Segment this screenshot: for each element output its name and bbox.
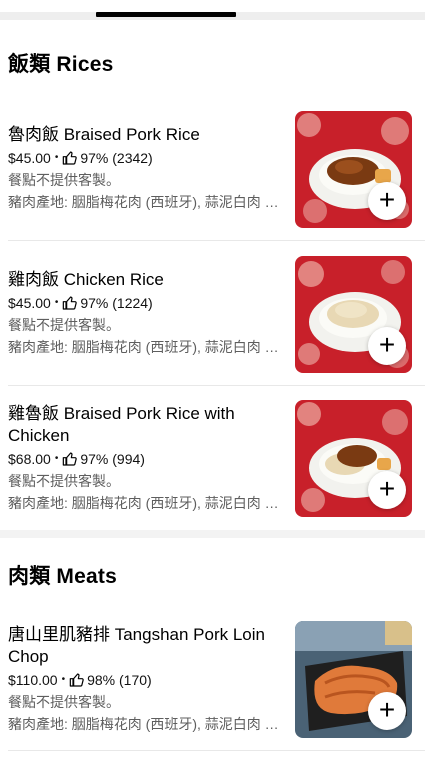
item-note: 餐點不提供客製。 — [8, 317, 120, 333]
item-image-braised-pork-rice[interactable]: + — [295, 111, 412, 228]
item-meta: $45.00 • 97% (2342) — [8, 147, 280, 169]
item-rating: 98% (170) — [87, 672, 152, 688]
item-image-braised-pork-rice-with-chicken[interactable]: + — [295, 400, 412, 517]
menu-item-braised-pork-rice[interactable]: 魯肉飯 Braised Pork Rice $45.00 • 97% (2342… — [0, 111, 425, 242]
item-price: $45.00 — [8, 295, 51, 311]
item-note: 餐點不提供客製。 — [8, 172, 120, 188]
thumbs-up-icon — [69, 673, 84, 687]
item-price: $68.00 — [8, 451, 51, 467]
item-meta: $110.00 • 98% (170) — [8, 669, 280, 691]
item-rating: 97% (1224) — [80, 295, 153, 311]
separator-dot: • — [54, 152, 59, 163]
item-name: 雞魯飯 Braised Pork Rice with Chicken — [8, 404, 235, 445]
add-to-cart-button[interactable]: + — [368, 327, 406, 365]
plus-icon: + — [378, 694, 396, 725]
section-title-rices: 飯類 Rices — [8, 53, 114, 76]
item-image-chicken-rice[interactable]: + — [295, 256, 412, 373]
item-image-tangshan-pork-loin-chop[interactable]: + — [295, 621, 412, 738]
menu-item-chicken-rice[interactable]: 雞肉飯 Chicken Rice $45.00 • 97% (1224) 餐點不… — [0, 256, 425, 387]
item-meta: $68.00 • 97% (994) — [8, 448, 280, 470]
item-name: 唐山里肌豬排 Tangshan Pork Loin Chop — [8, 625, 265, 666]
section-divider — [0, 530, 425, 538]
item-name: 雞肉飯 Chicken Rice — [8, 270, 164, 289]
menu-item-braised-pork-rice-with-chicken[interactable]: 雞魯飯 Braised Pork Rice with Chicken $68.0… — [0, 400, 425, 533]
top-tab-bar — [0, 0, 425, 22]
item-rating: 97% (994) — [80, 451, 145, 467]
thumbs-up-icon — [63, 296, 78, 310]
row-divider — [8, 240, 425, 241]
plus-icon: + — [378, 473, 396, 504]
add-to-cart-button[interactable]: + — [368, 182, 406, 220]
item-description: 豬肉產地: 胭脂梅花肉 (西班牙), 蒜泥白肉 (台灣) — [8, 339, 280, 355]
item-description: 豬肉產地: 胭脂梅花肉 (西班牙), 蒜泥白肉 (台灣) — [8, 495, 280, 511]
plus-icon: + — [378, 184, 396, 215]
row-divider — [8, 385, 425, 386]
menu-item-tangshan-pork-loin-chop[interactable]: 唐山里肌豬排 Tangshan Pork Loin Chop $110.00 •… — [0, 621, 425, 754]
separator-dot: • — [54, 297, 59, 308]
item-name: 魯肉飯 Braised Pork Rice — [8, 125, 200, 144]
item-description: 豬肉產地: 胭脂梅花肉 (西班牙), 蒜泥白肉 (台灣) — [8, 194, 280, 210]
row-divider — [8, 750, 425, 751]
item-meta: $45.00 • 97% (1224) — [8, 292, 280, 314]
item-price: $45.00 — [8, 150, 51, 166]
separator-dot: • — [54, 453, 59, 464]
plus-icon: + — [378, 329, 396, 360]
item-description: 豬肉產地: 胭脂梅花肉 (西班牙), 蒜泥白肉 (台灣) — [8, 716, 280, 732]
item-note: 餐點不提供客製。 — [8, 694, 120, 710]
item-note: 餐點不提供客製。 — [8, 473, 120, 489]
separator-dot: • — [61, 674, 66, 685]
thumbs-up-icon — [63, 452, 78, 466]
item-rating: 97% (2342) — [80, 150, 153, 166]
item-price: $110.00 — [8, 672, 58, 688]
thumbs-up-icon — [63, 151, 78, 165]
add-to-cart-button[interactable]: + — [368, 692, 406, 730]
section-title-meats: 肉類 Meats — [8, 565, 117, 588]
add-to-cart-button[interactable]: + — [368, 471, 406, 509]
active-tab-indicator — [96, 12, 236, 17]
